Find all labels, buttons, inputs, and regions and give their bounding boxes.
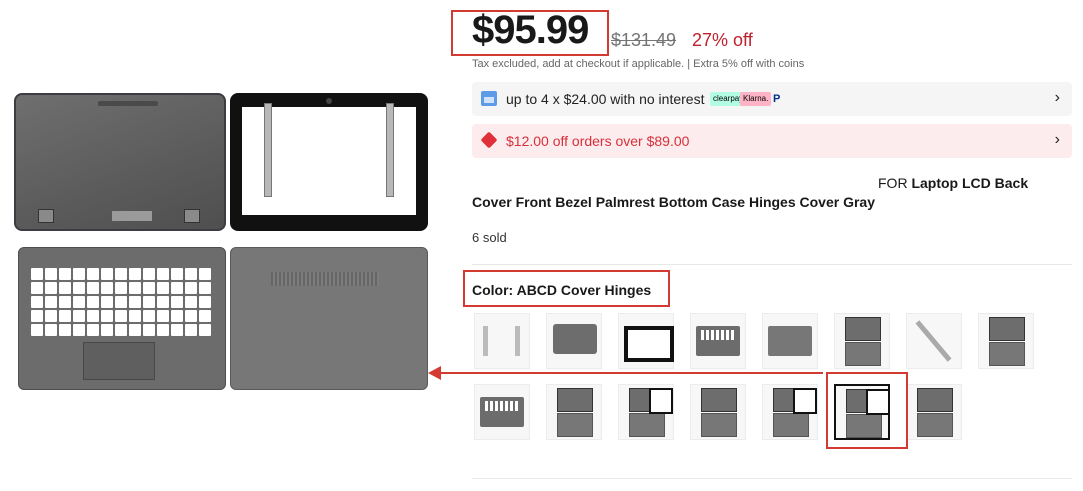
color-label: Color: ABCD Cover Hinges <box>472 282 652 298</box>
calendar-installment-icon <box>481 91 497 106</box>
color-variant-thumb[interactable] <box>618 313 674 369</box>
chevron-right-icon: › <box>1054 89 1060 106</box>
divider <box>472 264 1072 265</box>
color-variant-thumb[interactable] <box>834 313 890 369</box>
coupon-tag-icon <box>480 131 498 149</box>
product-title-line2: Cover Front Bezel Palmrest Bottom Case H… <box>472 194 876 210</box>
bottom-case-part <box>230 247 428 390</box>
color-variant-thumb[interactable] <box>906 384 962 440</box>
lcd-back-cover-part <box>14 93 226 231</box>
color-variant-thumb[interactable] <box>474 384 530 440</box>
tax-note: Tax excluded, add at checkout if applica… <box>472 58 805 70</box>
divider <box>472 478 1072 479</box>
title-bold: Laptop LCD Back <box>911 175 1029 191</box>
palmrest-part <box>18 247 226 390</box>
color-variant-thumb[interactable] <box>546 384 602 440</box>
color-variant-thumb[interactable] <box>906 313 962 369</box>
product-main-image[interactable] <box>0 0 460 491</box>
coupon-row[interactable]: $12.00 off orders over $89.00 › <box>472 124 1072 158</box>
color-variant-thumb[interactable] <box>618 384 674 440</box>
price-highlight-box <box>451 10 609 56</box>
color-variant-thumb[interactable] <box>474 313 530 369</box>
installment-row[interactable]: up to 4 x $24.00 with no interest clearp… <box>472 82 1072 116</box>
coupon-text: $12.00 off orders over $89.00 <box>506 133 690 149</box>
sold-count: 6 sold <box>472 230 507 245</box>
klarna-badge: Klarna. <box>740 92 772 106</box>
discount-percent: 27% off <box>692 30 753 50</box>
color-variant-thumb[interactable] <box>762 384 818 440</box>
color-variant-thumb[interactable] <box>546 313 602 369</box>
installment-text: up to 4 x $24.00 with no interest <box>506 91 705 107</box>
annotation-arrow <box>440 372 823 374</box>
original-price: $131.49 <box>611 30 677 50</box>
front-bezel-part <box>230 93 428 231</box>
annotation-arrow-head <box>428 366 441 380</box>
selected-variant-highlight <box>826 372 908 449</box>
product-title-line1: FOR Laptop LCD Back <box>878 175 1028 191</box>
title-prefix: FOR <box>878 175 912 191</box>
color-variant-thumb[interactable] <box>978 313 1034 369</box>
chevron-right-icon: › <box>1054 131 1060 148</box>
color-variant-thumb[interactable] <box>762 313 818 369</box>
paypal-icon: P <box>773 93 781 105</box>
color-variant-thumb[interactable] <box>690 313 746 369</box>
color-variant-thumb[interactable] <box>690 384 746 440</box>
